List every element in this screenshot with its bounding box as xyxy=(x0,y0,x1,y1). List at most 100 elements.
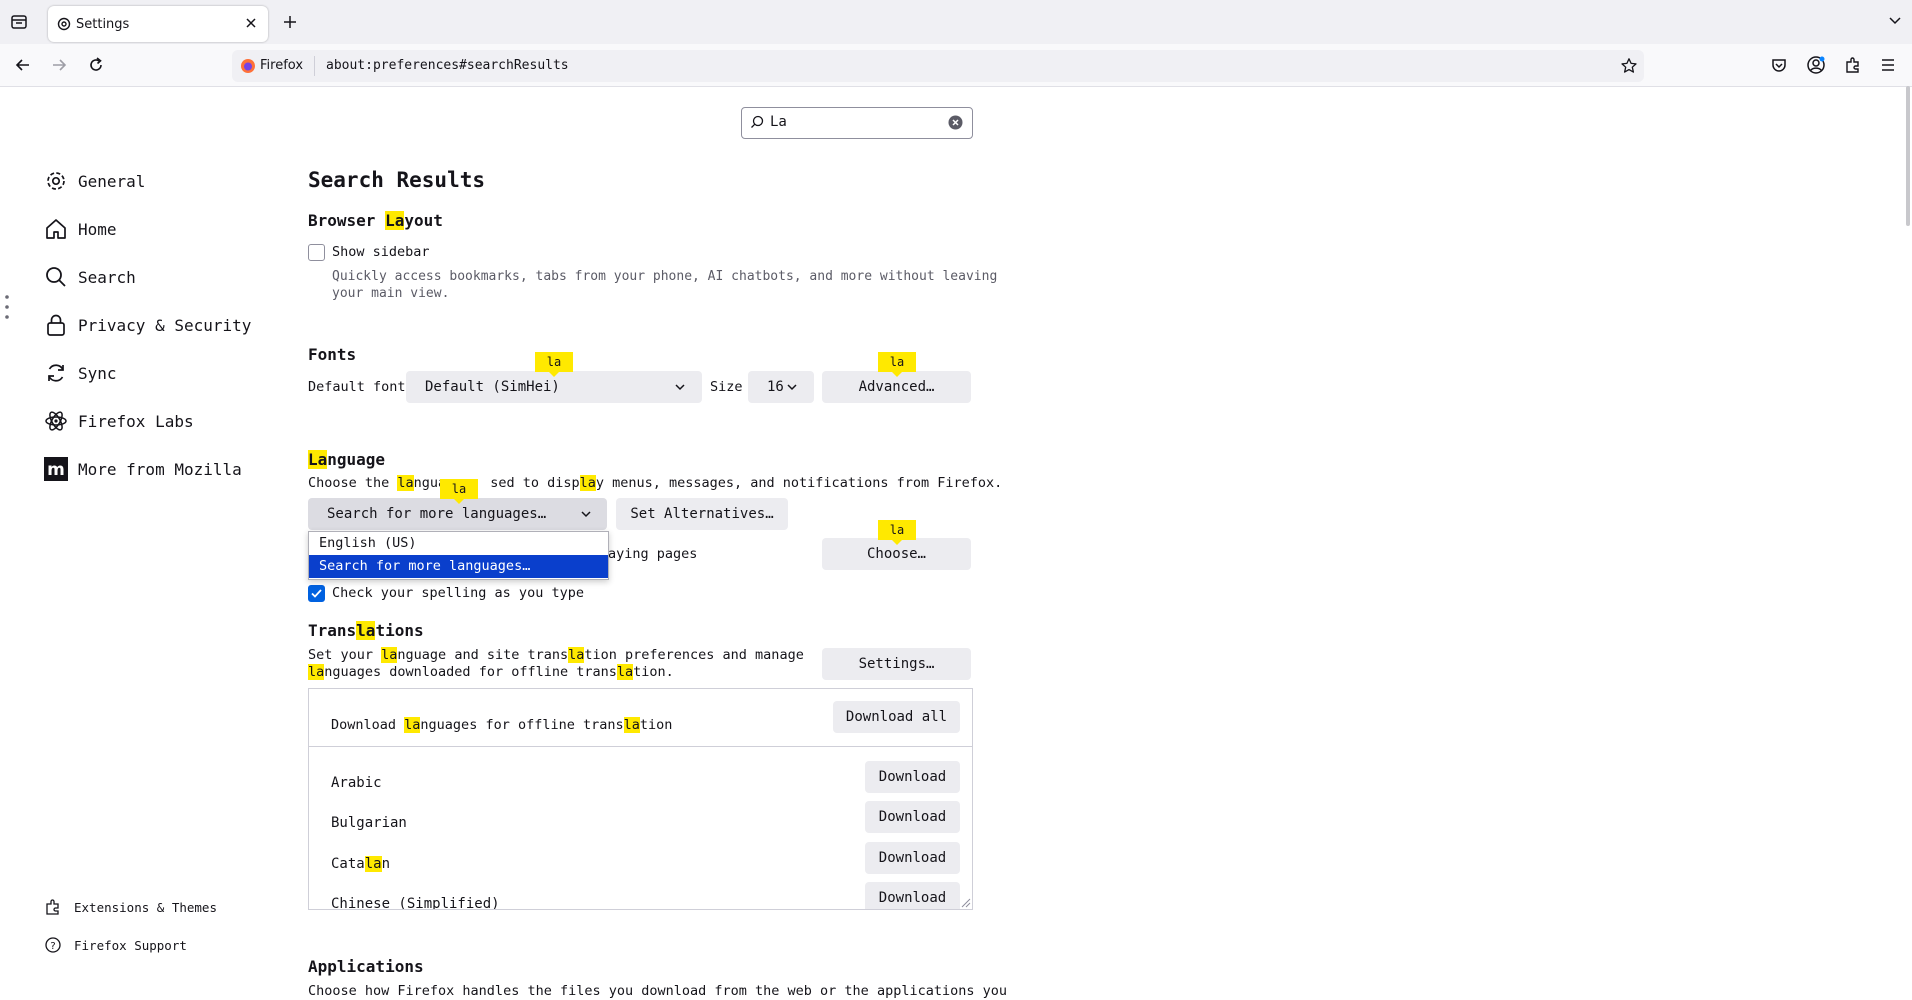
category-search[interactable]: Search xyxy=(44,261,136,293)
font-size-select[interactable]: 16 xyxy=(748,371,814,403)
firefox-support-link[interactable]: ? Firefox Support xyxy=(44,936,187,954)
language-row-bulgarian: Bulgarian xyxy=(331,815,407,831)
search-input-value: La xyxy=(770,114,787,130)
category-general[interactable]: General xyxy=(44,165,145,197)
font-size-value: 16 xyxy=(767,379,784,395)
url-text[interactable]: about:preferences#searchResults xyxy=(326,58,569,73)
category-privacy[interactable]: Privacy & Security xyxy=(44,309,251,341)
default-font-label: Default font xyxy=(308,379,406,395)
spell-check-checkbox[interactable] xyxy=(308,585,325,602)
translation-settings-button[interactable]: Settings… xyxy=(822,648,971,680)
puzzle-icon xyxy=(44,898,62,916)
search-tooltip: la xyxy=(535,352,573,377)
download-chinese-simplified-button[interactable]: Download xyxy=(865,882,960,909)
category-label: Privacy & Security xyxy=(78,315,252,335)
link-label: Firefox Support xyxy=(74,937,187,953)
reload-icon[interactable] xyxy=(87,56,105,74)
list-divider xyxy=(309,746,972,747)
search-icon xyxy=(750,115,764,129)
url-bar[interactable]: Firefox about:preferences#searchResults xyxy=(232,50,1644,82)
bookmark-star-icon[interactable] xyxy=(1620,57,1638,75)
default-font-value: Default (SimHei) xyxy=(425,379,560,395)
home-icon xyxy=(44,217,68,241)
forward-icon[interactable] xyxy=(50,56,68,74)
show-sidebar-description: Quickly access bookmarks, tabs from your… xyxy=(332,269,998,301)
category-label: General xyxy=(78,171,146,191)
language-description: Choose the langua sed to display menus, m… xyxy=(308,475,1003,491)
search-icon xyxy=(44,265,68,289)
language-row-catalan: Catalan xyxy=(331,856,391,872)
identity-label[interactable]: Firefox xyxy=(260,58,303,73)
spell-check-label[interactable]: Check your spelling as you type xyxy=(332,585,584,601)
category-label: Firefox Labs xyxy=(78,411,194,431)
language-option-search-more[interactable]: Search for more languages… xyxy=(309,555,608,578)
language-heading: Language xyxy=(308,450,386,469)
download-languages-header: Download languages for offline translati… xyxy=(331,717,673,733)
lock-icon xyxy=(44,313,68,337)
category-more-from-mozilla[interactable]: m More from Mozilla xyxy=(44,453,242,485)
extensions-icon[interactable] xyxy=(1844,56,1862,74)
language-row-chinese-simplified: Chinese (Simplified) xyxy=(331,896,500,910)
clear-search-icon[interactable] xyxy=(948,115,963,130)
sync-icon xyxy=(44,361,68,385)
help-icon: ? xyxy=(44,936,62,954)
category-label: Sync xyxy=(78,363,117,383)
sidebar-handle-icon[interactable] xyxy=(0,285,16,329)
tab-strip: Settings xyxy=(0,0,1912,45)
category-label: Home xyxy=(78,219,117,239)
category-sync[interactable]: Sync xyxy=(44,357,117,389)
new-tab-icon[interactable] xyxy=(282,14,298,30)
check-icon xyxy=(311,589,322,598)
chevron-down-icon xyxy=(580,510,592,518)
download-bulgarian-button[interactable]: Download xyxy=(865,801,960,833)
firefox-logo-icon xyxy=(240,58,256,74)
set-alternatives-button[interactable]: Set Alternatives… xyxy=(616,498,788,530)
fonts-heading: Fonts xyxy=(308,345,357,364)
search-tooltip: la xyxy=(878,352,916,377)
gear-icon xyxy=(56,16,72,32)
firefox-view-icon[interactable] xyxy=(10,13,28,31)
download-catalan-button[interactable]: Download xyxy=(865,842,960,874)
page-scrollbar[interactable] xyxy=(1906,86,1910,226)
category-firefox-labs[interactable]: Firefox Labs xyxy=(44,405,194,437)
category-label: Search xyxy=(78,267,136,287)
search-tooltip: la xyxy=(878,520,916,545)
gear-icon xyxy=(44,169,68,193)
translation-languages-list: Download languages for offline translati… xyxy=(308,688,973,910)
browser-layout-heading: Browser Layout xyxy=(308,211,443,230)
download-arabic-button[interactable]: Download xyxy=(865,761,960,793)
close-tab-icon[interactable] xyxy=(244,16,258,30)
pocket-icon[interactable] xyxy=(1770,56,1788,74)
language-dropdown-menu: English (US) Search for more languages… xyxy=(308,531,609,580)
show-sidebar-checkbox[interactable] xyxy=(308,244,325,261)
download-all-button[interactable]: Download all xyxy=(833,701,960,733)
translations-heading: Translations xyxy=(308,621,424,640)
link-label: Extensions & Themes xyxy=(74,899,217,915)
search-tooltip: la xyxy=(440,479,478,504)
back-icon[interactable] xyxy=(14,56,32,74)
tab-title: Settings xyxy=(76,17,130,32)
category-label: More from Mozilla xyxy=(78,459,242,479)
translations-description: Set your language and site translation p… xyxy=(308,647,804,680)
resize-grip-icon[interactable] xyxy=(959,896,971,908)
list-all-tabs-icon[interactable] xyxy=(1888,16,1902,26)
url-divider xyxy=(314,56,315,76)
chevron-down-icon xyxy=(786,383,798,391)
account-icon[interactable] xyxy=(1806,55,1826,75)
language-row-arabic: Arabic xyxy=(331,775,382,791)
settings-search-input[interactable]: La xyxy=(741,107,973,139)
language-option-english[interactable]: English (US) xyxy=(309,532,608,555)
category-home[interactable]: Home xyxy=(44,213,117,245)
tab-settings[interactable]: Settings xyxy=(48,6,268,42)
applications-heading: Applications xyxy=(308,957,424,976)
applications-description: Choose how Firefox handles the files you… xyxy=(308,983,1007,999)
extensions-themes-link[interactable]: Extensions & Themes xyxy=(44,898,217,916)
svg-text:?: ? xyxy=(50,941,55,952)
show-sidebar-label[interactable]: Show sidebar xyxy=(332,244,430,260)
svg-text:m: m xyxy=(47,460,65,480)
mozilla-icon: m xyxy=(44,457,68,481)
page-title: Search Results xyxy=(308,168,486,192)
app-menu-icon[interactable] xyxy=(1880,57,1896,73)
language-pages-text-fragment: aying pages xyxy=(608,546,698,562)
size-label: Size xyxy=(710,379,743,395)
